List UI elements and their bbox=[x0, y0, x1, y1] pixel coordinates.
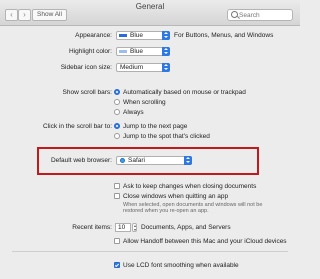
highlight-label: Highlight color: bbox=[69, 48, 112, 55]
search-icon bbox=[231, 11, 238, 18]
close-windows-label: Close windows when quitting an app bbox=[123, 193, 229, 200]
ask-keep-changes-label: Ask to keep changes when closing documen… bbox=[123, 183, 257, 190]
popup-arrows-icon bbox=[162, 63, 170, 72]
ask-keep-changes-checkbox[interactable] bbox=[114, 183, 120, 189]
close-windows-checkbox[interactable] bbox=[114, 193, 120, 199]
forward-button[interactable]: › bbox=[18, 9, 31, 21]
scroll-bars-label: Show scroll bars: bbox=[62, 89, 113, 96]
appearance-note: For Buttons, Menus, and Windows bbox=[174, 32, 274, 39]
recent-items-stepper[interactable] bbox=[132, 223, 137, 232]
jump-next-page-radio[interactable] bbox=[114, 123, 120, 129]
recent-items-field[interactable]: 10 bbox=[115, 223, 131, 232]
recent-items-suffix: Documents, Apps, and Servers bbox=[141, 224, 231, 231]
popup-arrows-icon bbox=[162, 31, 170, 40]
search-field[interactable] bbox=[227, 9, 293, 21]
scroll-when-scrolling-label: When scrolling bbox=[123, 99, 166, 106]
appearance-value: Blue bbox=[130, 32, 144, 39]
highlight-popup[interactable]: Blue bbox=[116, 47, 170, 56]
light-blue-swatch-icon bbox=[119, 50, 127, 53]
jump-spot-label: Jump to the spot that's clicked bbox=[123, 133, 210, 140]
safari-icon bbox=[120, 158, 125, 163]
handoff-label: Allow Handoff between this Mac and your … bbox=[123, 238, 287, 245]
search-input[interactable] bbox=[239, 10, 289, 20]
handoff-checkbox[interactable] bbox=[114, 238, 120, 244]
back-button[interactable]: ‹ bbox=[5, 9, 18, 21]
jump-spot-radio[interactable] bbox=[114, 133, 120, 139]
highlight-value: Blue bbox=[130, 48, 144, 55]
title-bar: General ‹ › Show All bbox=[0, 0, 300, 26]
recent-items-label: Recent items: bbox=[72, 224, 112, 231]
lcd-smoothing-label: Use LCD font smoothing when available bbox=[123, 262, 239, 269]
close-windows-note-2: restored when you re-open an app. bbox=[123, 208, 209, 214]
show-all-button[interactable]: Show All bbox=[32, 9, 67, 21]
appearance-popup[interactable]: Blue bbox=[116, 31, 170, 40]
sidebar-icon-size-label: Sidebar icon size: bbox=[60, 64, 112, 71]
scroll-auto-label: Automatically based on mouse or trackpad bbox=[123, 89, 246, 96]
default-browser-value: Safari bbox=[128, 157, 145, 164]
sidebar-icon-size-value: Medium bbox=[120, 64, 144, 71]
default-browser-label: Default web browser: bbox=[50, 157, 112, 164]
blue-swatch-icon bbox=[119, 34, 127, 37]
scroll-always-radio[interactable] bbox=[114, 109, 120, 115]
scroll-always-label: Always bbox=[123, 109, 144, 116]
scroll-when-scrolling-radio[interactable] bbox=[114, 99, 120, 105]
divider bbox=[12, 251, 288, 252]
popup-arrows-icon bbox=[184, 156, 192, 165]
default-browser-popup[interactable]: Safari bbox=[116, 156, 192, 165]
click-scroll-label: Click in the scroll bar to: bbox=[43, 123, 112, 130]
appearance-label: Appearance: bbox=[75, 32, 112, 39]
lcd-smoothing-checkbox[interactable] bbox=[114, 262, 120, 268]
jump-next-page-label: Jump to the next page bbox=[123, 123, 188, 130]
scroll-auto-radio[interactable] bbox=[114, 89, 120, 95]
popup-arrows-icon bbox=[162, 47, 170, 56]
sidebar-icon-size-popup[interactable]: Medium bbox=[116, 63, 170, 72]
